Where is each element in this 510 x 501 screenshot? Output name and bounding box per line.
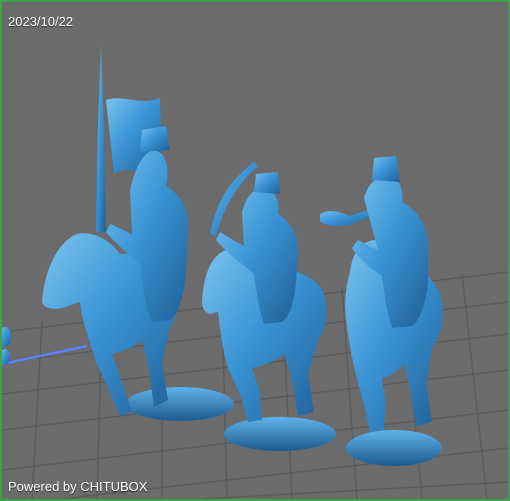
model-base [346, 430, 442, 466]
axis-line [2, 344, 88, 366]
rider-shako [140, 126, 170, 152]
powered-by-watermark: Powered by CHITUBOX [8, 479, 148, 494]
date-stamp: 2023/10/22 [8, 14, 74, 29]
standard-bearer-miniature[interactable] [42, 47, 234, 421]
partial-model-left-edge [2, 327, 11, 365]
trumpeter-miniature[interactable] [320, 156, 443, 466]
3d-viewport[interactable]: 2023/10/22 Powered by CHITUBOX [0, 0, 510, 501]
rider-shako [254, 172, 280, 194]
flag-pole [96, 47, 106, 232]
model-base [224, 417, 336, 451]
rider-shako [372, 156, 400, 182]
model-scene[interactable] [2, 2, 508, 499]
model-base [126, 387, 234, 421]
